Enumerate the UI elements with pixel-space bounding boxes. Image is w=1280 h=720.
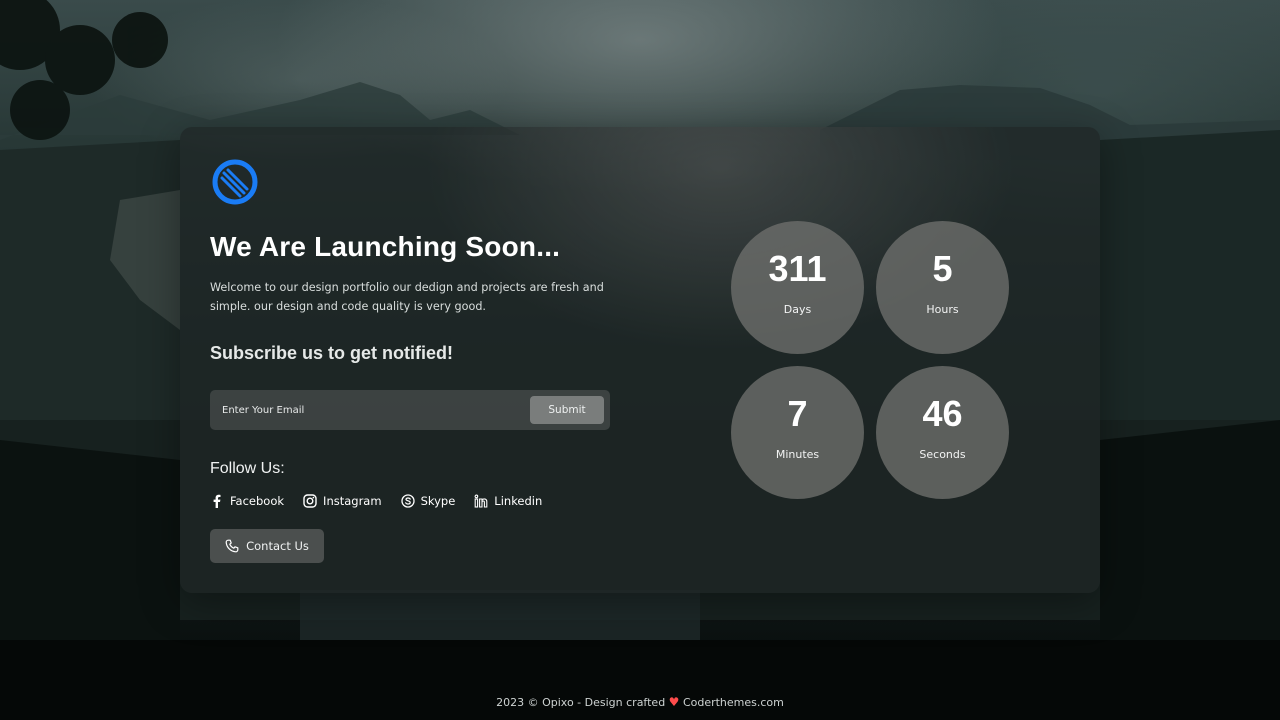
seconds-value: 46 (922, 393, 963, 434)
social-links: Facebook Instagram Skype Linkedin (210, 494, 542, 508)
footer-copyright: 2023 © Opixo - Design crafted (496, 696, 666, 709)
facebook-link[interactable]: Facebook (210, 494, 284, 508)
skype-label: Skype (420, 494, 456, 508)
coderthemes-link[interactable]: Coderthemes.com (683, 696, 784, 709)
subscribe-form: Submit (210, 390, 610, 430)
minutes-label: Minutes (775, 448, 820, 461)
linkedin-icon (474, 494, 488, 508)
follow-heading: Follow Us: (210, 460, 285, 477)
instagram-link[interactable]: Instagram (303, 494, 382, 508)
skype-icon (400, 494, 415, 508)
hours-value: 5 (932, 248, 953, 289)
submit-button[interactable]: Submit (530, 396, 604, 424)
countdown-hours: 5 Hours (876, 221, 1009, 354)
subscribe-heading: Subscribe us to get notified! (210, 343, 454, 363)
contact-us-button[interactable]: Contact Us (210, 529, 324, 563)
contact-us-label: Contact Us (246, 539, 309, 553)
skype-link[interactable]: Skype (400, 494, 456, 508)
days-value: 311 (768, 248, 827, 289)
linkedin-link[interactable]: Linkedin (474, 494, 542, 508)
facebook-label: Facebook (230, 494, 285, 508)
countdown-minutes: 7 Minutes (731, 366, 864, 499)
instagram-icon (303, 494, 317, 508)
days-label: Days (783, 303, 812, 316)
footer: 2023 © Opixo - Design crafted ♥ Coderthe… (0, 695, 1280, 709)
launch-card: We Are Launching Soon... Welcome to our … (180, 127, 1100, 593)
phone-icon (225, 539, 239, 553)
instagram-label: Instagram (323, 494, 382, 508)
linkedin-label: Linkedin (494, 494, 543, 508)
email-input[interactable] (210, 390, 520, 430)
minutes-value: 7 (787, 393, 808, 434)
heart-icon: ♥ (668, 695, 680, 709)
ring-logo-icon[interactable] (210, 157, 260, 207)
hero-description: Welcome to our design portfolio our dedi… (210, 281, 604, 313)
facebook-icon (213, 494, 221, 508)
page-title: We Are Launching Soon... (210, 231, 561, 262)
countdown-seconds: 46 Seconds (876, 366, 1009, 499)
seconds-label: Seconds (919, 448, 966, 461)
countdown-days: 311 Days (731, 221, 864, 354)
hours-label: Hours (926, 303, 959, 316)
